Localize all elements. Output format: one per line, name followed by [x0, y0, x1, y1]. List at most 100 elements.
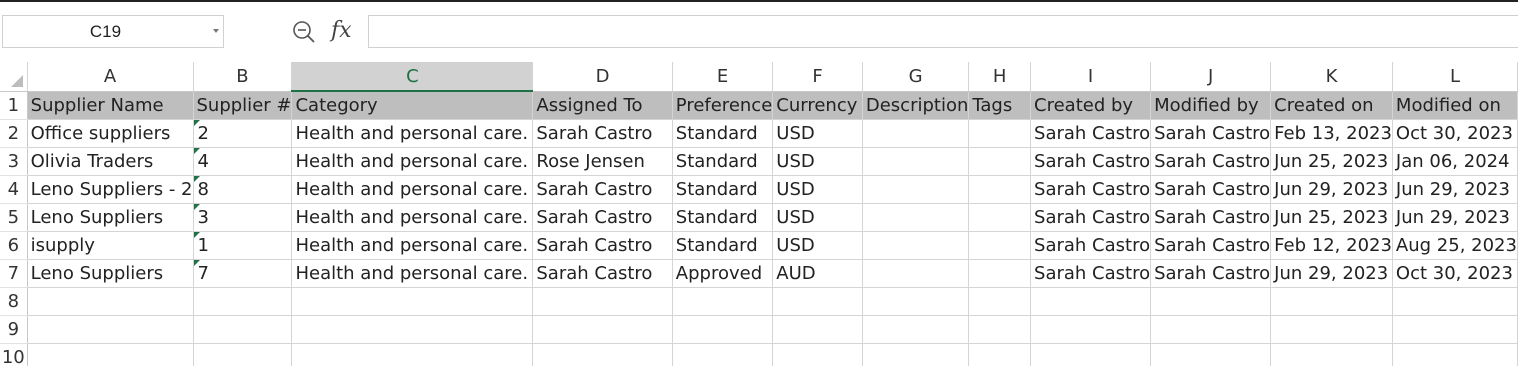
- cell[interactable]: [193, 315, 293, 344]
- cell[interactable]: USD: [772, 119, 863, 148]
- column-header-selected[interactable]: C: [291, 62, 534, 92]
- row-header[interactable]: 9: [0, 315, 28, 344]
- cell[interactable]: [532, 343, 673, 366]
- cell[interactable]: Standard: [672, 203, 774, 232]
- cell[interactable]: Jun 25, 2023: [1270, 147, 1393, 176]
- cell[interactable]: Sarah Castro: [532, 175, 673, 204]
- column-header[interactable]: L: [1392, 62, 1518, 92]
- cell[interactable]: Sarah Castro: [1150, 203, 1272, 232]
- cell[interactable]: Jun 25, 2023: [1270, 203, 1393, 232]
- cell[interactable]: USD: [772, 147, 863, 176]
- cell[interactable]: [862, 231, 970, 260]
- cell[interactable]: [968, 287, 1032, 316]
- row-header[interactable]: 4: [0, 175, 28, 204]
- cell[interactable]: [862, 259, 970, 288]
- cell[interactable]: Sarah Castro: [1150, 147, 1272, 176]
- zoom-out-icon[interactable]: [292, 20, 316, 44]
- cell[interactable]: Standard: [672, 119, 774, 148]
- row-header[interactable]: 3: [0, 147, 28, 176]
- cell[interactable]: Sarah Castro: [1030, 259, 1152, 288]
- cell[interactable]: [193, 343, 293, 366]
- cell[interactable]: Supplier #: [193, 91, 293, 120]
- cell[interactable]: Leno Suppliers - 2: [27, 175, 194, 204]
- cell[interactable]: Sarah Castro: [532, 203, 673, 232]
- cell[interactable]: Health and personal care.: [291, 231, 534, 260]
- cell[interactable]: [862, 119, 970, 148]
- cell[interactable]: [772, 343, 863, 366]
- cell[interactable]: Sarah Castro: [1030, 231, 1152, 260]
- cell[interactable]: [291, 343, 534, 366]
- cell[interactable]: Sarah Castro: [1150, 231, 1272, 260]
- row-header[interactable]: 5: [0, 203, 28, 232]
- cell[interactable]: Description: [862, 91, 970, 120]
- cell[interactable]: Jun 29, 2023: [1392, 175, 1518, 204]
- cell[interactable]: [532, 315, 673, 344]
- cell[interactable]: isupply: [27, 231, 194, 260]
- row-header[interactable]: 1: [0, 91, 28, 120]
- cell[interactable]: [1150, 315, 1272, 344]
- cell[interactable]: [862, 203, 970, 232]
- cell[interactable]: [672, 315, 774, 344]
- cell[interactable]: Jan 06, 2024: [1392, 147, 1518, 176]
- cell[interactable]: Jun 29, 2023: [1270, 175, 1393, 204]
- cell[interactable]: [1150, 343, 1272, 366]
- cell[interactable]: [772, 315, 863, 344]
- cell[interactable]: [1270, 343, 1393, 366]
- cell[interactable]: [772, 287, 863, 316]
- cell[interactable]: Sarah Castro: [1150, 259, 1272, 288]
- column-header[interactable]: J: [1150, 62, 1272, 92]
- cell[interactable]: Sarah Castro: [1030, 175, 1152, 204]
- cell[interactable]: Preference: [672, 91, 774, 120]
- cell[interactable]: Assigned To: [532, 91, 673, 120]
- cell[interactable]: [968, 343, 1032, 366]
- cell[interactable]: Sarah Castro: [532, 231, 673, 260]
- cell[interactable]: Oct 30, 2023: [1392, 119, 1518, 148]
- cell[interactable]: Sarah Castro: [532, 119, 673, 148]
- cell[interactable]: [1150, 287, 1272, 316]
- row-header[interactable]: 8: [0, 287, 28, 316]
- cell[interactable]: [27, 315, 194, 344]
- cell[interactable]: [968, 147, 1032, 176]
- cell[interactable]: Aug 25, 2023: [1392, 231, 1518, 260]
- row-header[interactable]: 7: [0, 259, 28, 288]
- column-header[interactable]: H: [968, 62, 1032, 92]
- cell[interactable]: Tags: [968, 91, 1032, 120]
- cell[interactable]: 8: [193, 175, 293, 204]
- cell[interactable]: 4: [193, 147, 293, 176]
- cell[interactable]: [968, 175, 1032, 204]
- cell[interactable]: Modified on: [1392, 91, 1518, 120]
- cell[interactable]: Standard: [672, 147, 774, 176]
- cell[interactable]: Standard: [672, 231, 774, 260]
- cell[interactable]: Leno Suppliers: [27, 259, 194, 288]
- cell[interactable]: [27, 287, 194, 316]
- cell[interactable]: Olivia Traders: [27, 147, 194, 176]
- cell[interactable]: Sarah Castro: [1150, 119, 1272, 148]
- cell[interactable]: [532, 287, 673, 316]
- cell[interactable]: Feb 13, 2023: [1270, 119, 1393, 148]
- cell[interactable]: [862, 287, 970, 316]
- chevron-down-icon[interactable]: [213, 29, 219, 33]
- column-header[interactable]: F: [772, 62, 863, 92]
- cell[interactable]: [1392, 343, 1518, 366]
- cell[interactable]: [1270, 287, 1393, 316]
- cell[interactable]: [193, 287, 293, 316]
- cell[interactable]: Currency: [772, 91, 863, 120]
- cell[interactable]: USD: [772, 231, 863, 260]
- cell[interactable]: Health and personal care.: [291, 119, 534, 148]
- cell[interactable]: Jun 29, 2023: [1392, 203, 1518, 232]
- cell[interactable]: [862, 175, 970, 204]
- cell[interactable]: [968, 259, 1032, 288]
- cell[interactable]: Office suppliers: [27, 119, 194, 148]
- cell[interactable]: Modified by: [1150, 91, 1272, 120]
- column-header[interactable]: B: [193, 62, 293, 92]
- cell[interactable]: USD: [772, 175, 863, 204]
- cell[interactable]: [1392, 287, 1518, 316]
- cell[interactable]: 3: [193, 203, 293, 232]
- row-header[interactable]: 2: [0, 119, 28, 148]
- cell[interactable]: [862, 315, 970, 344]
- cell[interactable]: AUD: [772, 259, 863, 288]
- cell[interactable]: [291, 287, 534, 316]
- cell[interactable]: Sarah Castro: [1030, 203, 1152, 232]
- cell[interactable]: [672, 287, 774, 316]
- name-box[interactable]: C19: [2, 15, 224, 48]
